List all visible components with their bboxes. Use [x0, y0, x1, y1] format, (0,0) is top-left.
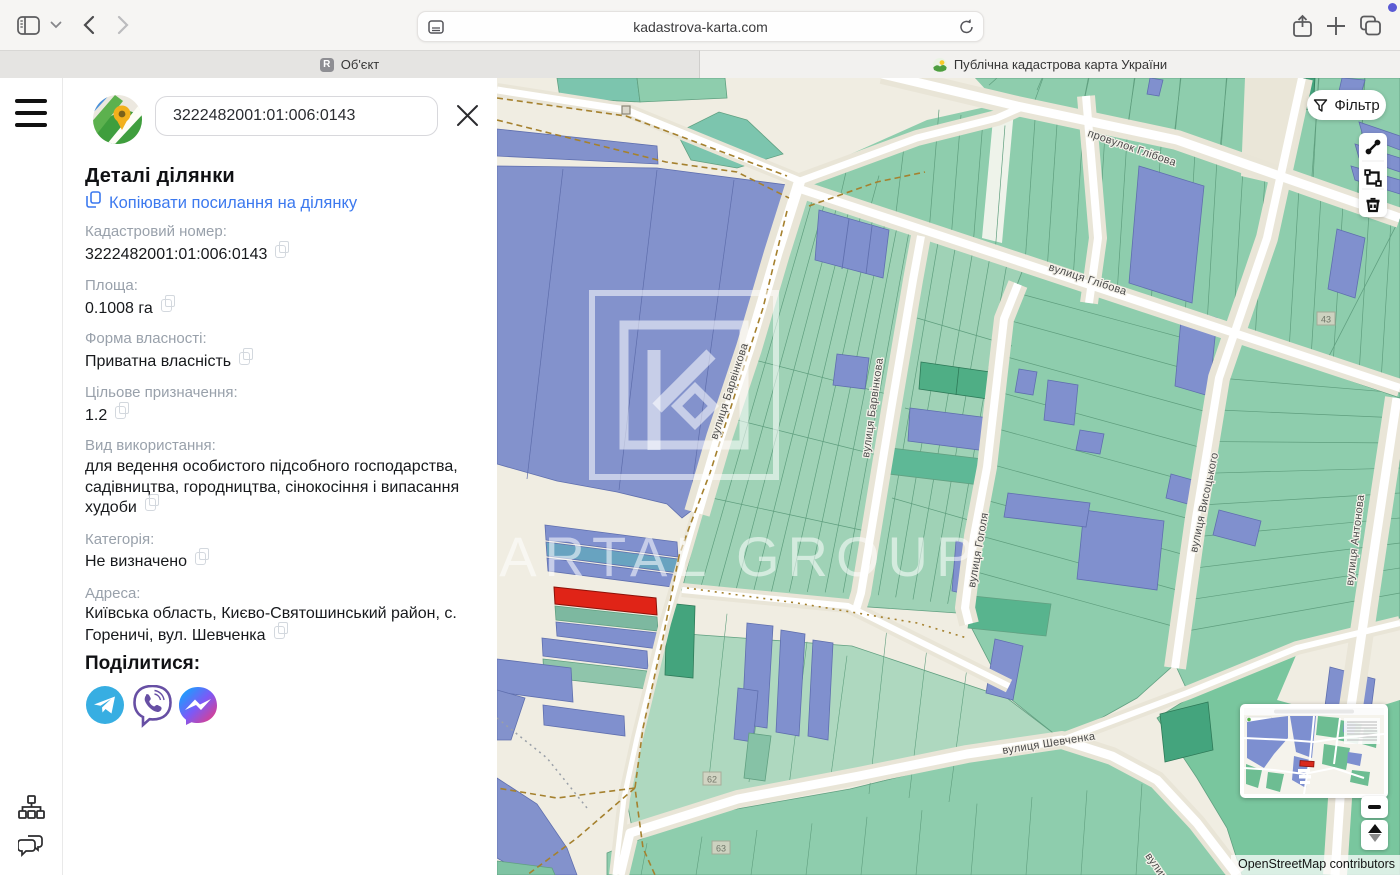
svg-text:43: 43	[1321, 315, 1331, 325]
svg-text:KVARTAL GROUP: KVARTAL GROUP	[497, 525, 981, 588]
svg-text:62: 62	[707, 775, 717, 785]
svg-text:63: 63	[716, 844, 726, 854]
